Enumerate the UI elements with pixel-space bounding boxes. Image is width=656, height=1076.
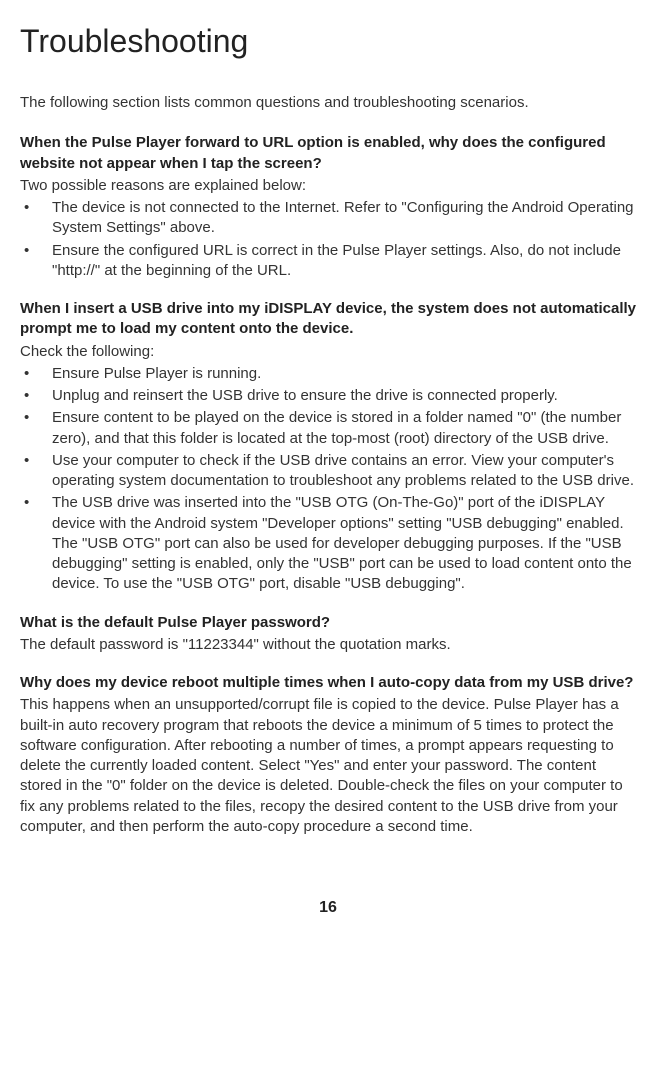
page-number: 16 xyxy=(20,897,636,919)
question-1: When I insert a USB drive into my iDISPL… xyxy=(20,299,636,340)
section-1: When I insert a USB drive into my iDISPL… xyxy=(20,299,636,595)
list-item: Ensure content to be played on the devic… xyxy=(20,408,636,449)
answer-3: This happens when an unsupported/corrupt… xyxy=(20,695,636,837)
question-2: What is the default Pulse Player passwor… xyxy=(20,613,636,633)
list-item: The device is not connected to the Inter… xyxy=(20,198,636,239)
question-3: Why does my device reboot multiple times… xyxy=(20,673,636,693)
intro-text: The following section lists common quest… xyxy=(20,93,636,113)
list-item: Unplug and reinsert the USB drive to ens… xyxy=(20,386,636,406)
list-item: Use your computer to check if the USB dr… xyxy=(20,451,636,492)
answer-1: Check the following: xyxy=(20,342,636,362)
list-item: The USB drive was inserted into the "USB… xyxy=(20,493,636,594)
question-0: When the Pulse Player forward to URL opt… xyxy=(20,133,636,174)
section-3: Why does my device reboot multiple times… xyxy=(20,673,636,837)
bullet-list-0: The device is not connected to the Inter… xyxy=(20,198,636,281)
section-2: What is the default Pulse Player passwor… xyxy=(20,613,636,656)
page-title: Troubleshooting xyxy=(20,20,636,63)
list-item: Ensure Pulse Player is running. xyxy=(20,364,636,384)
section-0: When the Pulse Player forward to URL opt… xyxy=(20,133,636,281)
list-item: Ensure the configured URL is correct in … xyxy=(20,241,636,282)
answer-2: The default password is "11223344" witho… xyxy=(20,635,636,655)
bullet-list-1: Ensure Pulse Player is running. Unplug a… xyxy=(20,364,636,595)
answer-0: Two possible reasons are explained below… xyxy=(20,176,636,196)
